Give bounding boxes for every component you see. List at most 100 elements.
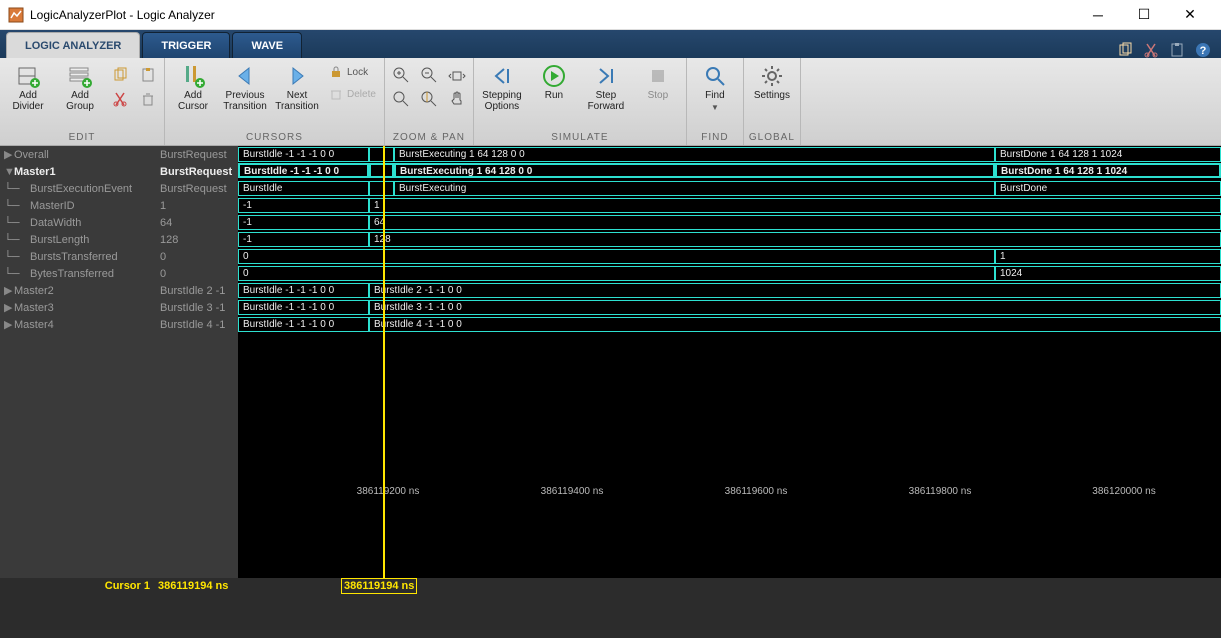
zoom-region-button[interactable] <box>389 88 413 110</box>
signal-tree-row[interactable]: ▶Master4 <box>0 316 156 333</box>
paste-icon <box>140 67 156 83</box>
next-transition-button[interactable]: Next Transition <box>273 60 321 112</box>
wave-segment <box>369 163 394 178</box>
toolgroup-label: EDIT <box>0 130 164 145</box>
wave-segment: BurstIdle -1 -1 -1 0 0 <box>238 300 369 315</box>
signal-tree-row[interactable]: ▶Overall <box>0 146 156 163</box>
stepping-options-button[interactable]: Stepping Options <box>478 60 526 112</box>
tab-logic-analyzer[interactable]: LOGIC ANALYZER <box>6 32 140 58</box>
wave-segment: 128 <box>369 232 1221 247</box>
tab-wave[interactable]: WAVE <box>232 32 302 58</box>
wave-segment: BurstIdle <box>238 181 369 196</box>
trash-icon <box>140 91 156 107</box>
signal-tree-row[interactable]: └─BurstsTransferred <box>0 248 156 265</box>
maximize-button[interactable]: ☐ <box>1121 0 1167 30</box>
step-forward-icon <box>594 64 618 88</box>
wave-segment: 64 <box>369 215 1221 230</box>
step-back-icon <box>490 64 514 88</box>
paste-button[interactable] <box>136 64 160 86</box>
play-icon <box>542 64 566 88</box>
zoom-in-time-button[interactable] <box>389 64 413 86</box>
signal-tree-row[interactable]: ▶Master3 <box>0 299 156 316</box>
wave-segment: BurstIdle -1 -1 -1 0 0 <box>238 147 369 162</box>
zoom-out-time-button[interactable] <box>417 64 441 86</box>
signal-tree-row[interactable]: └─DataWidth <box>0 214 156 231</box>
signal-value: 64 <box>156 214 238 231</box>
delete-cursor-button[interactable]: Delete <box>325 84 380 104</box>
zoom-cursor-icon <box>420 90 438 108</box>
minimize-button[interactable]: ─ <box>1075 0 1121 30</box>
run-button[interactable]: Run <box>530 60 578 101</box>
wave-segment: BurstDone 1 64 128 1 1024 <box>995 147 1221 162</box>
toolgroup-label: FIND <box>687 130 743 145</box>
signal-value: 128 <box>156 231 238 248</box>
add-cursor-icon <box>181 64 205 88</box>
zoom-icon <box>392 90 410 108</box>
previous-transition-button[interactable]: Previous Transition <box>221 60 269 112</box>
toolgroup-label: SIMULATE <box>474 130 686 145</box>
lock-icon <box>329 65 343 79</box>
close-button[interactable]: ✕ <box>1167 0 1213 30</box>
signal-tree-row[interactable]: └─MasterID <box>0 197 156 214</box>
signal-tree[interactable]: ▶Overall▼Master1└─BurstExecutionEvent└─M… <box>0 146 156 578</box>
axis-tick: 386119600 ns <box>725 486 788 497</box>
wave-segment: 0 <box>238 249 995 264</box>
add-divider-icon <box>16 64 40 88</box>
signal-tree-row[interactable]: ▶Master2 <box>0 282 156 299</box>
cursor-position-box[interactable]: 386119194 ns <box>341 578 417 594</box>
waveform-area[interactable]: BurstIdle -1 -1 -1 0 0 BurstExecuting 1 6… <box>238 146 1221 578</box>
signal-tree-row[interactable]: └─BurstExecutionEvent <box>0 180 156 197</box>
signal-tree-row[interactable]: └─BytesTransferred <box>0 265 156 282</box>
signal-tree-row[interactable]: ▼Master1 <box>0 163 156 180</box>
gear-icon <box>760 64 784 88</box>
lock-button[interactable]: Lock <box>325 62 380 82</box>
settings-button[interactable]: Settings <box>748 60 796 101</box>
axis-tick: 386119200 ns <box>357 486 420 497</box>
time-axis: 386119200 ns386119400 ns386119600 ns3861… <box>238 486 1221 502</box>
cut-button[interactable] <box>108 88 132 110</box>
toolgroup-label: CURSORS <box>165 130 384 145</box>
help-icon[interactable]: ? <box>1195 42 1211 58</box>
copy-icon[interactable] <box>1117 42 1133 58</box>
paste-icon[interactable] <box>1169 42 1185 58</box>
stop-icon <box>646 64 670 88</box>
zoom-cursor-button[interactable] <box>417 88 441 110</box>
tab-trigger[interactable]: TRIGGER <box>142 32 230 58</box>
step-forward-button[interactable]: Step Forward <box>582 60 630 112</box>
stop-button[interactable]: Stop <box>634 60 682 101</box>
pan-button[interactable] <box>445 88 469 110</box>
cursor-line[interactable] <box>383 146 385 578</box>
ribbon-toolbar: Add Divider Add Group EDIT <box>0 58 1221 146</box>
copy-icon <box>112 67 128 83</box>
cut-icon[interactable] <box>1143 42 1159 58</box>
signal-values: BurstRequestBurstRequestBurstRequest1641… <box>156 146 238 578</box>
titlebar: LogicAnalyzerPlot - Logic Analyzer ─ ☐ ✕ <box>0 0 1221 30</box>
zoom-out-icon <box>420 66 438 84</box>
toolgroup-zoom-pan: ZOOM & PAN <box>385 58 474 145</box>
fit-to-view-button[interactable] <box>445 64 469 86</box>
wave-segment: 1 <box>995 249 1221 264</box>
wave-row: BurstIdleBurstExecutingBurstDone <box>238 180 1221 197</box>
wave-segment: -1 <box>238 215 369 230</box>
add-group-button[interactable]: Add Group <box>56 60 104 112</box>
add-divider-button[interactable]: Add Divider <box>4 60 52 112</box>
wave-row: -164 <box>238 214 1221 231</box>
wave-row: BurstIdle -1 -1 -1 0 0BurstIdle 4 -1 -1 … <box>238 316 1221 333</box>
wave-segment <box>369 147 394 162</box>
signal-tree-row[interactable]: └─BurstLength <box>0 231 156 248</box>
wave-row: BurstIdle -1 -1 -1 0 0 BurstExecuting 1 6… <box>238 146 1221 163</box>
toolgroup-simulate: Stepping Options Run Step Forward Stop S… <box>474 58 687 145</box>
wave-segment: BurstIdle -1 -1 -1 0 0 <box>238 283 369 298</box>
delete-button[interactable] <box>136 88 160 110</box>
wave-row: 01024 <box>238 265 1221 282</box>
wave-row: -11 <box>238 197 1221 214</box>
cursor-value: 386119194 ns <box>156 578 238 594</box>
toolgroup-find: Find ▼ FIND <box>687 58 744 145</box>
toolgroup-label: ZOOM & PAN <box>385 130 473 145</box>
wave-row: BurstIdle -1 -1 -1 0 0BurstIdle 3 -1 -1 … <box>238 299 1221 316</box>
axis-tick: 386120000 ns <box>1092 486 1155 497</box>
find-button[interactable]: Find ▼ <box>691 60 739 112</box>
add-cursor-button[interactable]: Add Cursor <box>169 60 217 112</box>
copy-button[interactable] <box>108 64 132 86</box>
wave-segment: BurstExecuting 1 64 128 0 0 <box>394 147 995 162</box>
